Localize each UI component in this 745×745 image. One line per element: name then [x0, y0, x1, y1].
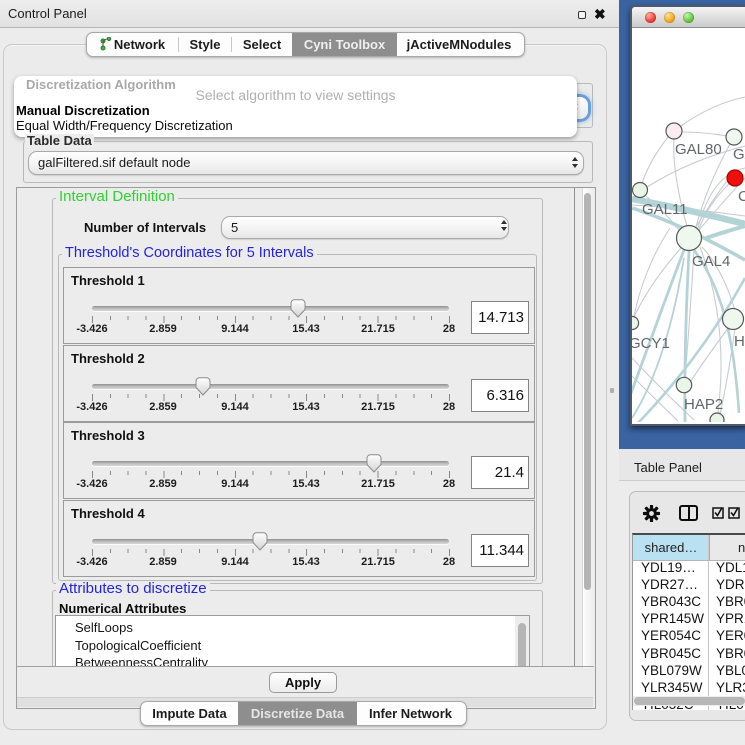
svg-text:GAL80: GAL80 [675, 141, 722, 158]
svg-text:GAL11: GAL11 [642, 201, 688, 218]
svg-text:H: H [734, 333, 745, 350]
svg-text:HAP2: HAP2 [684, 396, 723, 413]
svg-text:GA: GA [733, 146, 745, 163]
svg-text:C: C [738, 188, 745, 205]
svg-text:GCY1: GCY1 [632, 335, 670, 352]
svg-text:GAL4: GAL4 [692, 253, 730, 270]
